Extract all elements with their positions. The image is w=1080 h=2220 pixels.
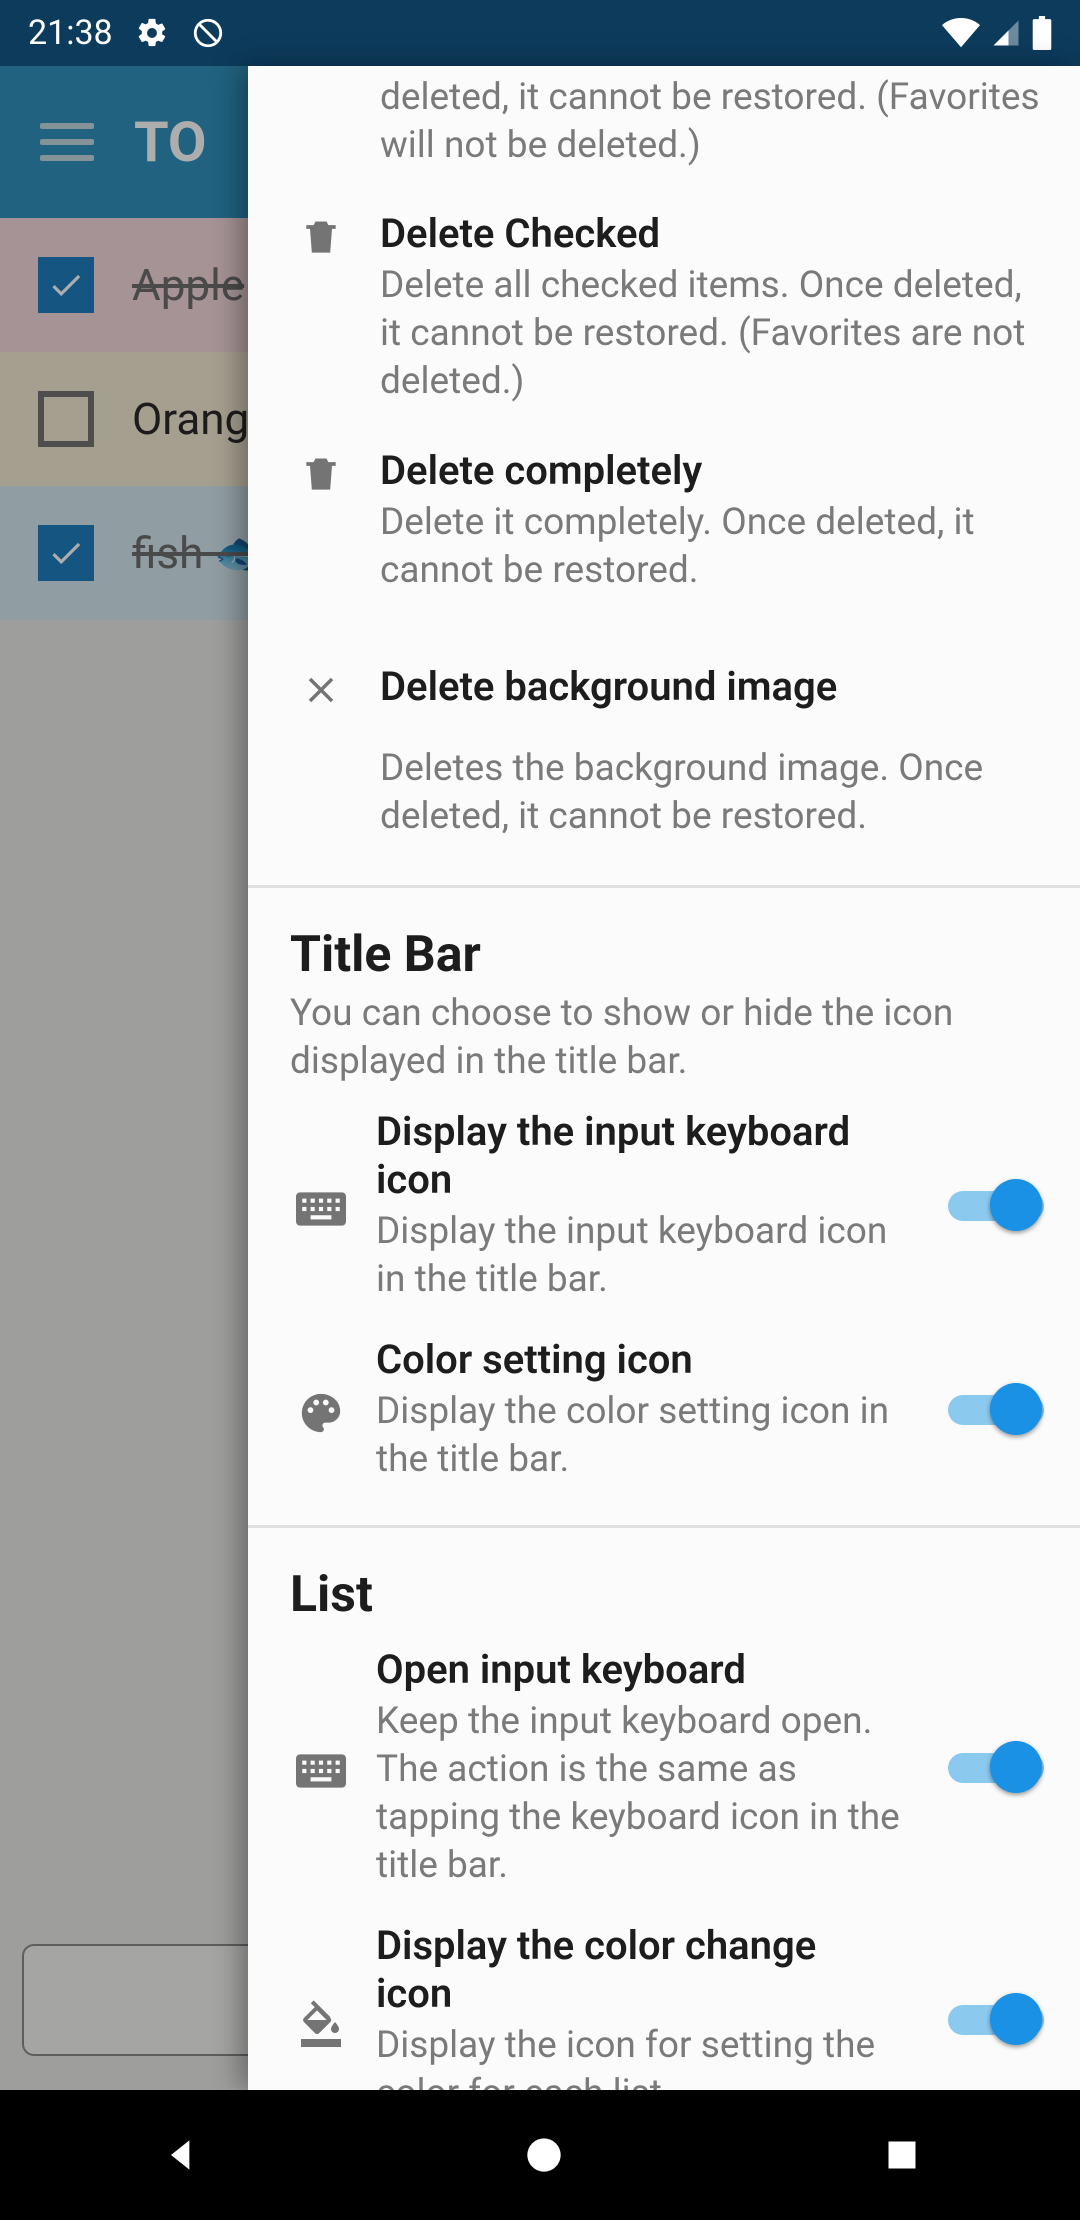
- setting-title: Color setting icon: [376, 1336, 900, 1384]
- gear-icon: [135, 16, 169, 50]
- setting-sub: Display the icon for setting the color f…: [376, 2022, 900, 2090]
- setting-sub: Display the input keyboard icon in the t…: [376, 1208, 900, 1304]
- keyboard-icon: [290, 1184, 352, 1228]
- delete-checked-icon: [290, 210, 352, 406]
- back-icon[interactable]: [160, 2133, 204, 2177]
- section-list: List: [248, 1552, 1080, 1630]
- palette-icon: [290, 1384, 352, 1436]
- setting-open-input-keyboard[interactable]: Open input keyboard Keep the input keybo…: [248, 1630, 1080, 1906]
- status-left: 21:38: [28, 13, 225, 53]
- setting-display-keyboard-icon[interactable]: Display the input keyboard icon Display …: [248, 1092, 1080, 1320]
- setting-title: Display the input keyboard icon: [376, 1108, 900, 1204]
- setting-sub: Deletes the background image. Once delet…: [380, 745, 1044, 841]
- recents-icon[interactable]: [884, 2137, 920, 2173]
- status-right: [942, 16, 1052, 50]
- setting-title: Open input keyboard: [376, 1646, 900, 1694]
- setting-color-setting-icon[interactable]: Color setting icon Display the color set…: [248, 1320, 1080, 1500]
- toggle-switch[interactable]: [948, 1739, 1044, 1797]
- section-title-bar: Title Bar You can choose to show or hide…: [248, 912, 1080, 1092]
- status-bar: 21:38: [0, 0, 1080, 66]
- setting-delete-all-partial[interactable]: All of them will be deleted. Once delete…: [248, 66, 1080, 190]
- setting-sub: Display the color setting icon in the ti…: [376, 1388, 900, 1484]
- setting-sub: Delete all checked items. Once deleted, …: [380, 262, 1044, 406]
- keyboard-icon: [290, 1746, 352, 1790]
- setting-sub: All of them will be deleted. Once delete…: [380, 66, 1044, 170]
- divider: [248, 885, 1080, 888]
- nav-bar: [0, 2090, 1080, 2220]
- section-title: List: [290, 1566, 1038, 1624]
- setting-delete-bg-image[interactable]: Delete background image Deletes the back…: [248, 643, 1080, 861]
- setting-delete-checked[interactable]: Delete Checked Delete all checked items.…: [248, 190, 1080, 426]
- setting-title: Delete Checked: [380, 210, 1044, 258]
- divider: [248, 1525, 1080, 1528]
- toggle-switch[interactable]: [948, 1177, 1044, 1235]
- setting-title: Display the color change icon: [376, 1922, 900, 2018]
- home-icon[interactable]: [524, 2135, 564, 2175]
- setting-display-color-change[interactable]: Display the color change icon Display th…: [248, 1906, 1080, 2090]
- settings-panel[interactable]: All of them will be deleted. Once delete…: [248, 66, 1080, 2090]
- setting-delete-completely[interactable]: Delete completely Delete it completely. …: [248, 427, 1080, 615]
- dnd-icon: [191, 16, 225, 50]
- setting-title: Delete completely: [380, 447, 1044, 495]
- setting-sub: Keep the input keyboard open. The action…: [376, 1698, 900, 1890]
- status-time: 21:38: [28, 13, 113, 53]
- setting-title: Delete background image: [380, 663, 1044, 711]
- section-sub: You can choose to show or hide the icon …: [290, 990, 1038, 1086]
- format-color-fill-icon: [290, 1993, 352, 2047]
- close-icon: [290, 663, 352, 841]
- battery-icon: [1032, 16, 1052, 50]
- wifi-icon: [942, 18, 980, 48]
- signal-icon: [990, 18, 1022, 48]
- toggle-switch[interactable]: [948, 1991, 1044, 2049]
- toggle-switch[interactable]: [948, 1381, 1044, 1439]
- section-title: Title Bar: [290, 926, 1038, 984]
- delete-completely-icon: [290, 447, 352, 595]
- setting-sub: Delete it completely. Once deleted, it c…: [380, 499, 1044, 595]
